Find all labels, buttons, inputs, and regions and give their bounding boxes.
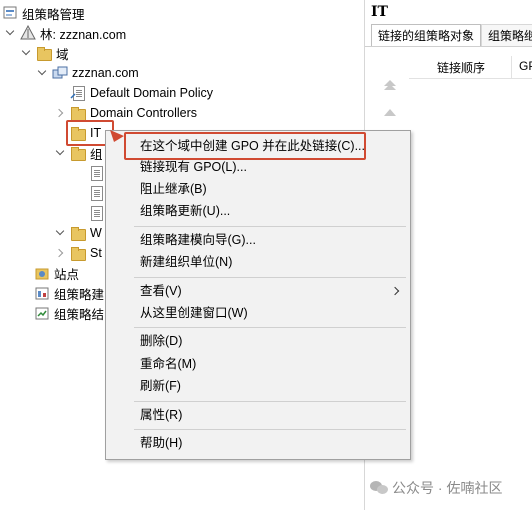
menu-item-label: 帮助(H): [140, 436, 183, 450]
tree-item-label: 组: [90, 147, 103, 162]
tree-item-default-domain-policy[interactable]: Default Domain Policy: [70, 83, 213, 103]
tree-item-domain[interactable]: zzznan.com: [38, 63, 139, 83]
modeling-icon: [34, 285, 50, 301]
column-gpo[interactable]: GP: [519, 59, 532, 73]
gpmc-icon: [2, 5, 18, 21]
menu-separator: [134, 401, 406, 402]
folder-icon: [70, 145, 86, 161]
gpo-icon: [88, 185, 104, 201]
chevron-down-icon[interactable]: [38, 68, 48, 78]
menu-item-label: 刷新(F): [140, 379, 181, 393]
tree-item-modeling[interactable]: 组策略建: [34, 283, 104, 303]
menu-item-new-ou[interactable]: 新建组织单位(N): [106, 252, 410, 273]
menu-item-label: 从这里创建窗口(W): [140, 306, 248, 320]
folder-icon: [70, 225, 86, 241]
menu-item-label: 查看(V): [140, 284, 182, 298]
menu-item-refresh[interactable]: 刷新(F): [106, 376, 410, 397]
ou-folder-icon: [70, 105, 86, 121]
tree-item-wmi-filters[interactable]: W: [56, 223, 102, 243]
gpo-icon: [88, 205, 104, 221]
menu-item-delete[interactable]: 删除(D): [106, 331, 410, 352]
tree-item-label: 组策略建: [54, 287, 105, 302]
tree-item-results[interactable]: 组策略结: [34, 303, 104, 323]
watermark: 公众号 · 佐喃社区: [370, 478, 502, 498]
sites-icon: [34, 265, 50, 281]
chevron-down-icon[interactable]: [56, 148, 66, 158]
chevron-right-icon[interactable]: [56, 108, 66, 118]
tree-item-gpo-2[interactable]: [88, 183, 104, 203]
menu-separator: [134, 327, 406, 328]
tree-item-label: 域: [56, 47, 69, 62]
menu-item-gp-update[interactable]: 组策略更新(U)...: [106, 201, 410, 222]
tree-item-forest[interactable]: 林: zzznan.com: [6, 23, 126, 43]
wechat-icon: [370, 481, 388, 495]
menu-separator: [134, 277, 406, 278]
tree-item-label: 林: zzznan.com: [40, 27, 127, 42]
column-divider: [511, 56, 512, 78]
menu-item-label: 重命名(M): [140, 357, 197, 371]
tree-item-starter-gpos[interactable]: St: [56, 243, 102, 263]
forest-icon: [20, 24, 36, 41]
menu-item-rename[interactable]: 重命名(M): [106, 354, 410, 375]
tree-root[interactable]: 组策略管理: [2, 3, 85, 23]
chevron-right-icon: [390, 286, 400, 296]
menu-separator: [134, 226, 406, 227]
menu-item-view[interactable]: 查看(V): [106, 281, 410, 302]
menu-item-help[interactable]: 帮助(H): [106, 433, 410, 454]
menu-item-label: 组策略建模向导(G)...: [140, 233, 256, 247]
column-link-order[interactable]: 链接顺序: [437, 59, 485, 76]
menu-item-label: 删除(D): [140, 334, 183, 348]
menu-item-modeling-wizard[interactable]: 组策略建模向导(G)...: [106, 230, 410, 251]
gpo-link-icon: [70, 85, 86, 101]
tree-item-label: W: [90, 226, 102, 240]
menu-item-link-existing-gpo[interactable]: 链接现有 GPO(L)...: [106, 157, 410, 178]
chevron-down-icon[interactable]: [6, 28, 16, 38]
tree-item-label: 组策略结: [54, 307, 105, 322]
menu-item-new-window[interactable]: 从这里创建窗口(W): [106, 303, 410, 324]
domain-icon: [52, 65, 68, 81]
menu-item-label: 链接现有 GPO(L)...: [140, 160, 247, 174]
gpo-icon: [88, 165, 104, 181]
tree-item-gpo-1[interactable]: [88, 163, 104, 183]
menu-item-label: 新建组织单位(N): [140, 255, 233, 269]
gpmc-window: 组策略管理 林: zzznan.com 域 zzznan.com Default…: [0, 0, 532, 510]
context-menu: 在这个域中创建 GPO 并在此处链接(C)... 链接现有 GPO(L)... …: [105, 130, 411, 460]
watermark-text: 公众号 · 佐喃社区: [392, 480, 503, 496]
results-icon: [34, 305, 50, 321]
details-title: IT: [371, 4, 388, 20]
tree-item-label: Domain Controllers: [90, 106, 197, 120]
tab-inheritance[interactable]: 组策略继: [481, 24, 532, 47]
chevron-right-icon[interactable]: [56, 248, 66, 258]
chevron-down-icon[interactable]: [22, 48, 32, 58]
tree-item-label: St: [90, 246, 102, 260]
menu-item-properties[interactable]: 属性(R): [106, 405, 410, 426]
folder-icon: [36, 45, 52, 61]
menu-separator: [134, 429, 406, 430]
menu-item-label: 阻止继承(B): [140, 182, 207, 196]
chevron-down-icon[interactable]: [56, 228, 66, 238]
tree-item-gpo-3[interactable]: [88, 203, 104, 223]
move-top-icon[interactable]: [383, 78, 397, 95]
tree-root-label: 组策略管理: [22, 7, 85, 22]
tree-item-label: zzznan.com: [72, 66, 139, 80]
tab-linked-gpos[interactable]: 链接的组策略对象: [371, 24, 482, 47]
tree-item-label: 站点: [54, 267, 80, 282]
menu-item-label: 组策略更新(U)...: [140, 204, 231, 218]
pointer-arrow-icon: [110, 130, 124, 142]
tree-item-domains[interactable]: 域: [22, 43, 69, 63]
move-up-icon[interactable]: [383, 106, 397, 123]
folder-icon: [70, 245, 86, 261]
list-header: 链接顺序 GP: [409, 56, 532, 79]
tree-item-sites[interactable]: 站点: [34, 263, 79, 283]
menu-item-label: 属性(R): [140, 408, 183, 422]
menu-item-block-inheritance[interactable]: 阻止继承(B): [106, 179, 410, 200]
tab-divider: [365, 46, 532, 47]
tree-item-label: Default Domain Policy: [90, 86, 213, 100]
tree-item-gpo-container[interactable]: 组: [56, 143, 103, 163]
create-gpo-highlight: [124, 132, 366, 160]
